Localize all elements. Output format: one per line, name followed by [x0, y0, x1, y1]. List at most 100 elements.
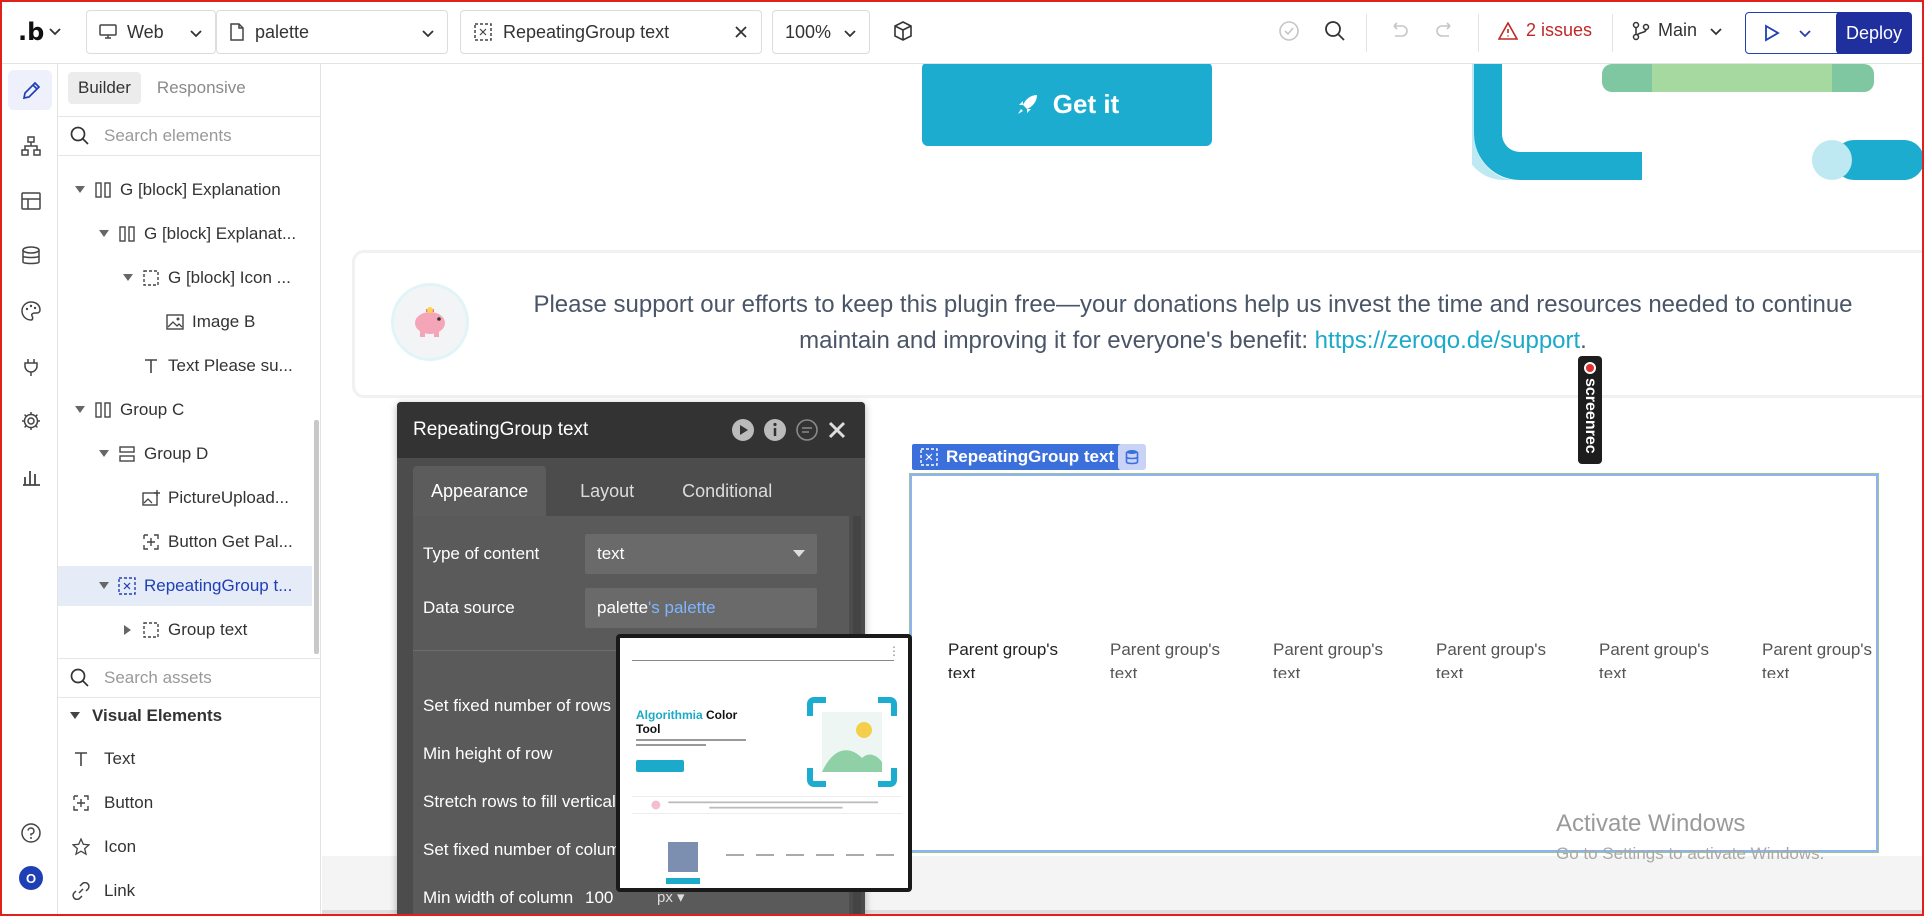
text-icon	[142, 358, 160, 374]
redo-icon[interactable]	[1434, 20, 1456, 42]
tree-scrollbar[interactable]	[314, 420, 319, 654]
more-options-icon[interactable]: ⋮	[888, 644, 900, 658]
rg-cell-text: Parent group's text	[1110, 640, 1221, 678]
tree-item[interactable]: PictureUpload...	[58, 478, 312, 518]
min-width-input[interactable]: 100	[585, 888, 613, 908]
data-source-expression[interactable]: palette's palette	[585, 588, 817, 628]
repeating-group-selection-label[interactable]: RepeatingGroup text	[912, 444, 1123, 470]
asset-label: Icon	[104, 837, 137, 856]
collapse-caret-icon[interactable]	[96, 582, 112, 590]
asset-icon[interactable]: Icon	[70, 832, 136, 862]
comment-icon[interactable]	[795, 418, 819, 442]
type-of-content-dropdown[interactable]: text	[585, 534, 817, 574]
tree-item[interactable]: G [block] Explanat...	[58, 214, 312, 254]
search-elements-input[interactable]: Search elements	[58, 116, 320, 156]
support-link[interactable]: https://zeroqo.de/support	[1315, 327, 1581, 354]
tree-item-label: Group text	[168, 620, 248, 639]
chevron-down-icon	[1799, 30, 1811, 38]
logo-chevron-down-icon[interactable]	[48, 24, 62, 38]
branch-select[interactable]: Main	[1632, 20, 1731, 41]
workflow-icon[interactable]	[20, 135, 42, 157]
tree-item[interactable]: Text Please su...	[58, 346, 312, 386]
search-assets-placeholder: Search assets	[104, 668, 212, 687]
tree-item[interactable]: Image B	[58, 302, 312, 342]
bubble-logo[interactable]: .b	[18, 18, 44, 46]
search-icon	[70, 668, 89, 687]
tab-appearance[interactable]: Appearance	[413, 466, 547, 516]
data-source-part[interactable]: palette	[597, 598, 648, 618]
tree-item-label: RepeatingGroup t...	[144, 576, 293, 595]
tree-item-selected[interactable]: RepeatingGroup t...	[58, 566, 312, 606]
page-select[interactable]: palette	[216, 10, 448, 54]
settings-gear-icon[interactable]	[20, 410, 42, 432]
page-icon	[229, 23, 245, 41]
info-icon[interactable]	[763, 418, 787, 442]
decorative-frame-illustration	[1472, 64, 1922, 180]
tree-item-label: Text Please su...	[168, 356, 293, 375]
collapse-caret-icon[interactable]	[96, 450, 112, 458]
element-select[interactable]: RepeatingGroup text	[460, 10, 762, 54]
visual-elements-section[interactable]: Visual Elements	[70, 706, 222, 726]
help-icon[interactable]	[20, 822, 42, 844]
platform-select[interactable]: Web	[86, 10, 216, 54]
tree-item[interactable]: Group C	[58, 390, 312, 430]
plugin-icon[interactable]	[20, 355, 42, 377]
collapse-caret-icon[interactable]	[96, 230, 112, 238]
deploy-button[interactable]: Deploy	[1836, 12, 1912, 54]
palette-icon[interactable]	[20, 300, 42, 322]
toolbar-divider	[1612, 14, 1613, 52]
panel-tabs: Builder Responsive	[68, 72, 256, 104]
tree-item-label: Group D	[144, 444, 209, 463]
image-icon	[166, 314, 184, 330]
asset-link[interactable]: Link	[70, 876, 135, 906]
database-icon[interactable]	[1118, 444, 1146, 470]
tree-item[interactable]: G [block] Icon ...	[58, 258, 312, 298]
screenrec-widget[interactable]: screenrec	[1578, 356, 1602, 464]
asset-text[interactable]: Text	[70, 744, 135, 774]
tab-conditional[interactable]: Conditional	[664, 466, 790, 516]
button-element-icon	[70, 795, 92, 811]
editor-header[interactable]: RepeatingGroup text	[397, 402, 865, 458]
zoom-select[interactable]: 100%	[772, 10, 870, 54]
close-icon[interactable]	[733, 24, 749, 40]
tab-responsive[interactable]: Responsive	[147, 72, 256, 104]
column-group-icon	[94, 182, 112, 198]
tree-item[interactable]: Button Get Pal...	[58, 522, 312, 562]
collapse-caret-icon[interactable]	[120, 274, 136, 282]
issues-button[interactable]: 2 issues	[1498, 20, 1592, 41]
user-avatar[interactable]: O	[19, 866, 43, 890]
asset-button[interactable]: Button	[70, 788, 153, 818]
database-icon[interactable]	[20, 245, 42, 267]
expand-caret-icon[interactable]	[120, 625, 136, 635]
min-height-label: Min height of row	[423, 744, 553, 763]
dashed-group-icon	[142, 622, 160, 638]
tree-item[interactable]: G [block] Explanation	[58, 170, 312, 210]
undo-icon[interactable]	[1388, 20, 1410, 42]
collapse-caret-icon[interactable]	[72, 186, 88, 194]
close-icon[interactable]	[827, 420, 847, 440]
chevron-down-icon	[1710, 27, 1722, 35]
collapse-caret-icon[interactable]	[72, 406, 88, 414]
check-circle-icon[interactable]	[1278, 20, 1300, 42]
get-it-button[interactable]: Get it	[922, 64, 1212, 146]
tree-item-label: Group C	[120, 400, 185, 419]
styles-icon[interactable]	[20, 190, 42, 212]
issues-label: 2 issues	[1526, 20, 1593, 40]
tab-layout[interactable]: Layout	[562, 466, 652, 516]
preview-get-it-button	[636, 760, 684, 772]
tree-item[interactable]: Group text	[58, 610, 312, 650]
play-circle-icon[interactable]	[731, 418, 755, 442]
design-pencil-icon[interactable]	[20, 80, 42, 102]
tree-item-label: G [block] Icon ...	[168, 268, 291, 287]
search-icon[interactable]	[1324, 20, 1346, 42]
data-source-highlight[interactable]: 's palette	[648, 598, 716, 618]
tab-builder[interactable]: Builder	[68, 72, 141, 104]
branch-label: Main	[1658, 20, 1698, 40]
type-of-content-label: Type of content	[423, 544, 540, 563]
tree-item[interactable]: Group D	[58, 434, 312, 474]
repeating-group-element[interactable]: Parent group's text Parent group's text …	[909, 473, 1879, 853]
cube-icon[interactable]	[892, 20, 914, 42]
support-period: .	[1580, 327, 1587, 354]
search-assets-input[interactable]: Search assets	[58, 658, 320, 698]
analytics-chart-icon[interactable]	[20, 465, 42, 487]
